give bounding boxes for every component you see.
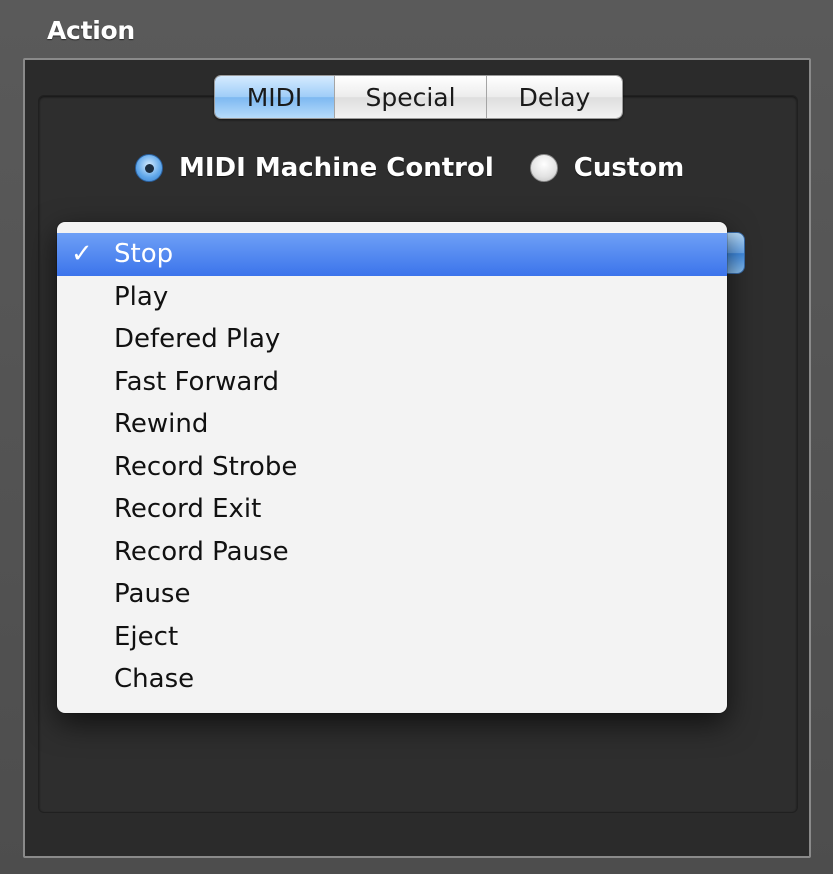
menu-item-label: Fast Forward [114, 366, 280, 397]
radio-label: Custom [573, 153, 685, 183]
radio-selected-icon [135, 154, 163, 182]
menu-item-label: Record Strobe [114, 451, 298, 482]
menu-item-rewind[interactable]: Rewind [57, 403, 727, 446]
menu-item-label: Defered Play [114, 324, 281, 354]
menu-item-pause[interactable]: Pause [57, 573, 727, 616]
action-panel: Action MIDI Special Delay MIDI Machine C… [0, 0, 833, 874]
section-title: Action [47, 16, 135, 45]
tab-midi[interactable]: MIDI [215, 76, 334, 118]
menu-item-record-strobe[interactable]: Record Strobe [57, 446, 727, 489]
radio-midi-machine-control[interactable]: MIDI Machine Control [135, 153, 494, 183]
menu-item-label: Chase [114, 664, 195, 694]
menu-item-eject[interactable]: Eject [57, 616, 727, 659]
menu-item-label: Record Exit [114, 494, 262, 524]
radio-custom[interactable]: Custom [529, 153, 685, 183]
menu-item-label: Rewind [114, 409, 209, 439]
menu-item-defered-play[interactable]: Defered Play [57, 318, 727, 361]
menu-item-record-exit[interactable]: Record Exit [57, 488, 727, 531]
menu-item-play[interactable]: Play [57, 276, 727, 319]
menu-item-fast-forward[interactable]: Fast Forward [57, 361, 727, 404]
menu-item-label: Pause [114, 579, 191, 609]
menu-item-label: Stop [114, 239, 174, 269]
tab-special[interactable]: Special [334, 76, 486, 118]
command-popup-menu: ✓ Stop Play Defered Play Fast Forward Re… [57, 222, 727, 713]
menu-item-stop[interactable]: ✓ Stop [57, 233, 727, 276]
midi-mode-radio-group: MIDI Machine Control Custom [135, 148, 684, 188]
checkmark-icon: ✓ [71, 239, 93, 269]
menu-item-label: Record Pause [114, 536, 289, 567]
radio-unselected-icon [529, 154, 558, 182]
action-type-tabs: MIDI Special Delay [214, 75, 623, 119]
tab-delay[interactable]: Delay [486, 76, 622, 118]
menu-item-label: Eject [114, 621, 179, 652]
radio-label: MIDI Machine Control [179, 153, 494, 183]
menu-item-label: Play [114, 281, 169, 312]
menu-item-chase[interactable]: Chase [57, 658, 727, 701]
menu-item-record-pause[interactable]: Record Pause [57, 531, 727, 574]
